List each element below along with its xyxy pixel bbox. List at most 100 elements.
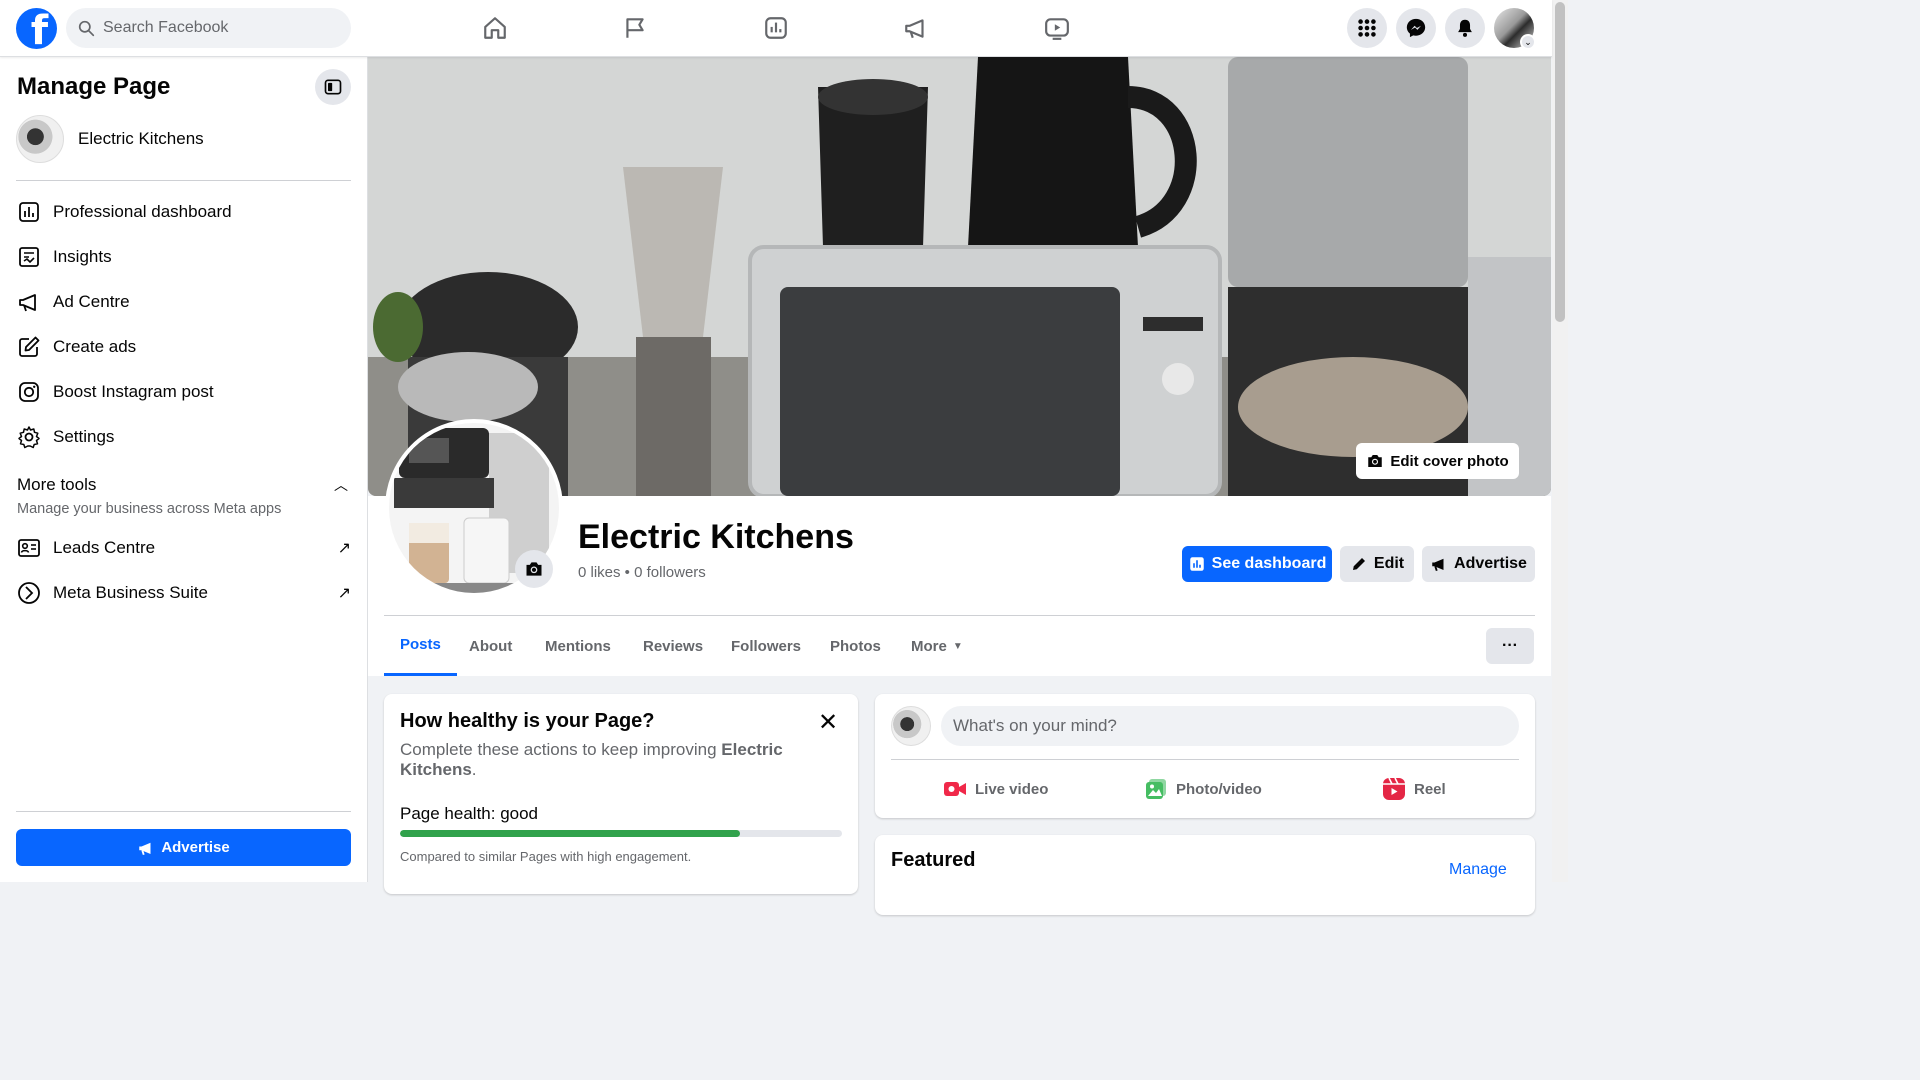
account-avatar[interactable]: ⌄	[1494, 8, 1536, 50]
close-icon[interactable]: ✕	[818, 708, 838, 737]
tab-about[interactable]: About	[453, 616, 528, 676]
search-input[interactable]	[103, 19, 323, 37]
sidebar-page-selector[interactable]: Electric Kitchens	[16, 115, 204, 163]
chevron-up-icon[interactable]: ︿	[334, 475, 348, 495]
photo-video-button[interactable]: Photo/video	[1144, 772, 1262, 806]
tab-reviews[interactable]: Reviews	[627, 616, 719, 676]
description-suffix: .	[471, 760, 477, 779]
advertise-button[interactable]: Advertise	[1422, 546, 1535, 582]
sidebar-item-ad-centre[interactable]: Ad Centre	[16, 282, 351, 322]
business-suite-icon	[16, 580, 42, 606]
sidebar-item-meta-business-suite[interactable]: Meta Business Suite ↗	[16, 573, 351, 613]
edit-button[interactable]: Edit	[1340, 546, 1414, 582]
health-card-description: Complete these actions to keep improving…	[400, 740, 820, 780]
reel-label: Reel	[1414, 780, 1446, 798]
reel-button[interactable]: Reel	[1382, 772, 1446, 806]
tab-photos[interactable]: Photos	[814, 616, 897, 676]
reel-icon	[1383, 777, 1405, 800]
megaphone-icon	[139, 842, 151, 855]
edit-cover-label: Edit cover photo	[1390, 452, 1509, 470]
page-health-progress-bar	[400, 830, 842, 837]
sidebar-item-insights[interactable]: Insights	[16, 237, 351, 277]
photo-icon	[1146, 779, 1166, 799]
live-video-icon	[944, 782, 966, 796]
search-bar[interactable]	[66, 8, 351, 48]
facebook-logo-icon[interactable]: f	[16, 8, 57, 49]
see-dashboard-button[interactable]: See dashboard	[1182, 546, 1332, 582]
external-link-icon: ↗	[337, 585, 351, 602]
composer-divider	[891, 759, 1519, 760]
messenger-icon[interactable]	[1396, 8, 1436, 48]
featured-card: Featured Manage	[875, 835, 1535, 915]
page-health-label: Page health: good	[400, 804, 539, 823]
sidebar-item-create-ads[interactable]: Create ads	[16, 327, 351, 367]
composer-placeholder: What's on your mind?	[953, 716, 1117, 735]
scrollbar-thumb[interactable]	[1555, 2, 1565, 322]
sidebar-divider	[16, 180, 351, 181]
advertise-label: Advertise	[1454, 555, 1527, 572]
featured-manage-link[interactable]: Manage	[1449, 861, 1507, 879]
tab-posts[interactable]: Posts	[384, 616, 457, 676]
sidebar-advertise-label: Advertise	[161, 839, 230, 856]
health-card-title: How healthy is your Page?	[400, 710, 655, 732]
sidebar-item-label: Ad Centre	[53, 292, 130, 311]
tab-label: Reviews	[643, 637, 704, 655]
insights-icon[interactable]	[761, 12, 791, 44]
video-icon[interactable]	[1042, 12, 1072, 44]
sidebar-item-professional-dashboard[interactable]: Professional dashboard	[16, 192, 351, 232]
flag-icon[interactable]	[620, 12, 650, 44]
tab-more[interactable]: More ▼	[895, 616, 979, 676]
insights-icon	[16, 244, 42, 270]
sidebar-page-name: Electric Kitchens	[78, 129, 204, 148]
tab-mentions[interactable]: Mentions	[529, 616, 627, 676]
tab-label: Photos	[830, 637, 881, 655]
home-icon[interactable]	[480, 12, 510, 44]
search-icon	[78, 20, 95, 36]
tab-followers[interactable]: Followers	[715, 616, 817, 676]
cover-photo[interactable]	[368, 57, 1551, 496]
chevron-down-icon: ⌄	[1520, 34, 1536, 50]
camera-icon	[1368, 455, 1383, 467]
tab-label: About	[469, 637, 513, 655]
more-tools-heading[interactable]: More tools	[17, 475, 96, 495]
sidebar-divider	[16, 811, 351, 812]
page-avatar	[891, 706, 931, 746]
sidebar-item-leads-centre[interactable]: Leads Centre ↗	[16, 528, 351, 568]
edit-cover-photo-button[interactable]: Edit cover photo	[1356, 443, 1519, 479]
bell-icon[interactable]	[1445, 8, 1485, 48]
page-health-progress-fill	[400, 830, 741, 837]
more-tools-subtitle: Manage your business across Meta apps	[17, 501, 282, 517]
megaphone-icon	[16, 289, 42, 315]
page-stats[interactable]: 0 likes • 0 followers	[578, 564, 706, 581]
photo-video-label: Photo/video	[1176, 780, 1262, 798]
page-avatar	[16, 115, 64, 163]
top-navigation-bar: f ⌄	[0, 0, 1552, 57]
manage-page-sidebar: Manage Page Electric Kitchens Profession…	[0, 57, 368, 882]
megaphone-icon	[1432, 558, 1444, 572]
page-health-card: How healthy is your Page? ✕ Complete the…	[384, 694, 858, 894]
sidebar-item-boost-instagram-post[interactable]: Boost Instagram post	[16, 372, 351, 412]
scrollbar[interactable]	[1552, 0, 1568, 882]
more-options-button[interactable]: ···	[1486, 628, 1534, 664]
live-video-button[interactable]: Live video	[943, 772, 1048, 806]
pencil-square-icon	[16, 334, 42, 360]
sidebar-item-label: Meta Business Suite	[53, 583, 208, 602]
page-health-note: Compared to similar Pages with high enga…	[400, 849, 692, 864]
sidebar-toggle-icon	[324, 79, 342, 95]
sidebar-advertise-button[interactable]: Advertise	[16, 829, 351, 866]
composer-input[interactable]: What's on your mind?	[941, 706, 1519, 746]
update-profile-picture-button[interactable]	[515, 550, 553, 588]
page-title: Electric Kitchens	[578, 518, 854, 556]
menu-grid-icon[interactable]	[1347, 8, 1387, 48]
kitchen-appliances-image	[368, 57, 1551, 496]
camera-icon	[526, 562, 542, 576]
dashboard-icon	[16, 199, 42, 225]
sidebar-item-label: Settings	[53, 427, 115, 446]
sidebar-item-settings[interactable]: Settings	[16, 417, 351, 457]
collapse-sidebar-button[interactable]	[315, 69, 351, 105]
caret-down-icon: ▼	[952, 640, 963, 652]
gear-icon	[16, 424, 42, 450]
dashboard-icon	[1189, 557, 1204, 571]
megaphone-icon[interactable]	[901, 12, 931, 44]
tab-label: Mentions	[545, 637, 611, 655]
